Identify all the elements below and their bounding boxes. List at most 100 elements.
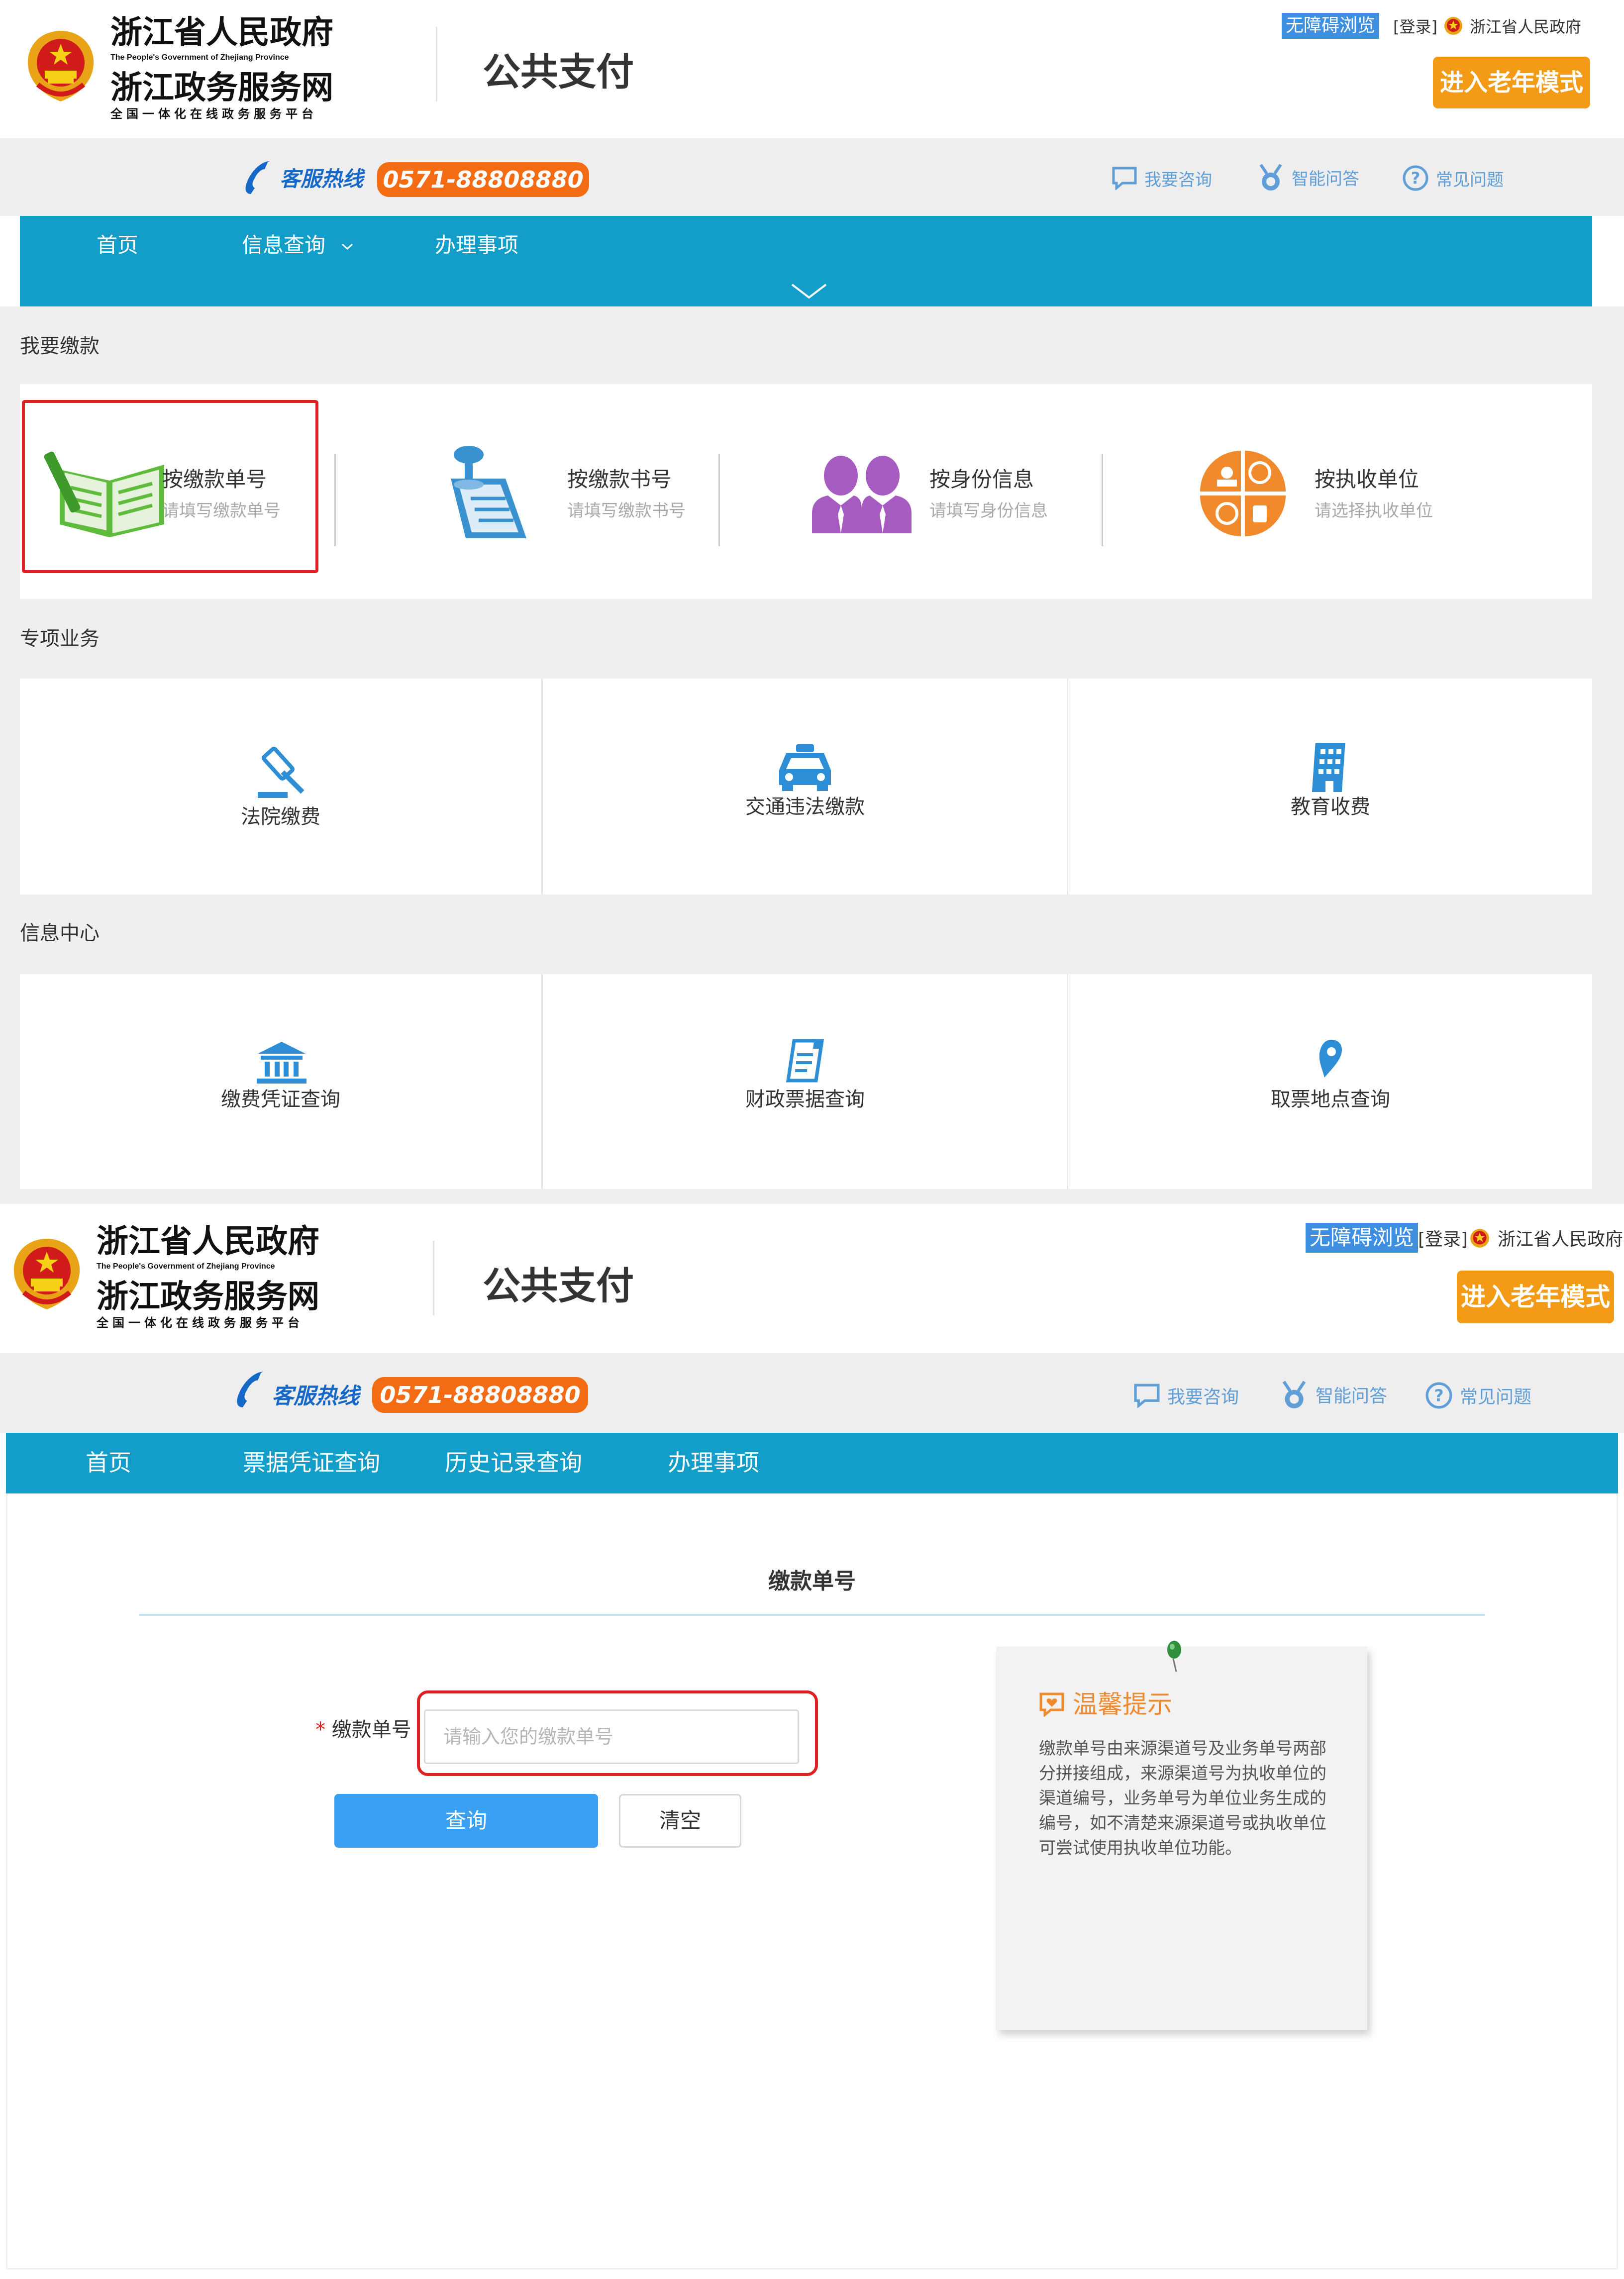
special-tile-row: 法院缴费 交通违法缴款 教育收费 <box>20 679 1592 894</box>
portal-slogan: 全国一体化在线政务服务平台 <box>110 106 317 121</box>
portal-name[interactable]: 浙江政务服务网 <box>110 70 333 106</box>
nav-matters[interactable]: 办理事项 <box>668 1448 759 1478</box>
gavel-icon <box>254 746 308 801</box>
phone-icon <box>241 158 277 196</box>
card-subtitle: 请填写缴款书号 <box>567 501 686 521</box>
chevron-down-icon <box>342 243 353 250</box>
gov-link[interactable]: 浙江省人民政府 <box>1470 17 1581 37</box>
clear-button[interactable]: 清空 <box>619 1794 741 1848</box>
form-heading-underline <box>139 1614 1485 1616</box>
robot-icon <box>1282 1381 1306 1408</box>
hotline-label: 客服热线 <box>272 1384 359 1409</box>
special-section-label: 专项业务 <box>20 627 100 650</box>
hotline-number: 0571-88808880 <box>377 162 589 197</box>
nav-receipt-voucher-query[interactable]: 票据凭证查询 <box>243 1448 380 1478</box>
page-title: 公共支付 <box>483 50 634 94</box>
building-icon <box>1307 741 1354 794</box>
chat-bubble-icon <box>1134 1384 1160 1408</box>
order-number-label: * 缴款单号 <box>315 1716 411 1743</box>
portal-name[interactable]: 浙江政务服务网 <box>97 1279 319 1315</box>
info-tile-row: 缴费凭证查询 财政票据查询 取票地点查询 <box>20 974 1592 1189</box>
elder-mode-button[interactable]: 进入老年模式 <box>1457 1271 1614 1323</box>
nav-home[interactable]: 首页 <box>97 231 138 260</box>
tips-title: 温馨提示 <box>1039 1688 1172 1720</box>
tile-label: 法院缴费 <box>241 805 320 828</box>
card-divider <box>1102 454 1103 546</box>
tips-title-text: 温馨提示 <box>1073 1690 1172 1719</box>
pay-card-row: 按缴款单号 请填写缴款单号 按缴款书号 请填写缴款书号 按身份信息 请填写身份信… <box>20 384 1592 599</box>
input-highlight-box <box>417 1690 818 1776</box>
gov-name-en: The People's Government of Zhejiang Prov… <box>110 53 289 62</box>
card-divider <box>334 454 336 546</box>
svg-text:?: ? <box>1434 1386 1443 1405</box>
consult-link-label: 我要咨询 <box>1167 1387 1239 1407</box>
pay-card-by-notice-number[interactable]: 按缴款书号 请填写缴款书号 <box>336 384 719 599</box>
accessibility-button[interactable]: 无障碍浏览 <box>1306 1223 1419 1253</box>
expand-chevron-icon[interactable] <box>789 282 829 301</box>
screen-order-number-query: 浙江省人民政府 The People's Government of Zheji… <box>0 1204 1624 2279</box>
nav-history-query[interactable]: 历史记录查询 <box>445 1448 582 1478</box>
bank-icon <box>256 1041 307 1085</box>
gov-name-en: The People's Government of Zhejiang Prov… <box>97 1262 275 1271</box>
tile-label: 教育收费 <box>1291 795 1370 818</box>
tile-label: 财政票据查询 <box>745 1088 865 1111</box>
smart-qa-link[interactable]: 智能问答 <box>1257 162 1359 192</box>
robot-icon <box>1259 164 1282 191</box>
consult-link-label: 我要咨询 <box>1144 170 1212 190</box>
national-emblem-icon <box>26 29 96 103</box>
portal-slogan: 全国一体化在线政务服务平台 <box>97 1315 304 1330</box>
question-circle-icon: ? <box>1425 1382 1452 1409</box>
screen-home: 浙江省人民政府 The People's Government of Zheji… <box>0 0 1624 1204</box>
tile-education-fee[interactable]: 教育收费 <box>1069 679 1592 894</box>
smart-qa-link[interactable]: 智能问答 <box>1280 1379 1387 1410</box>
card-title: 按身份信息 <box>929 467 1034 492</box>
pay-card-by-identity[interactable]: 按身份信息 请填写身份信息 <box>720 384 1104 599</box>
taxi-icon <box>775 742 835 792</box>
tile-label: 缴费凭证查询 <box>221 1088 340 1111</box>
login-link[interactable]: [登录] <box>1418 1229 1468 1251</box>
tile-divider <box>1067 974 1068 1189</box>
site-header: 浙江省人民政府 The People's Government of Zheji… <box>0 1204 1624 1353</box>
faq-link[interactable]: ? 常见问题 <box>1425 1381 1531 1410</box>
phone-icon <box>232 1368 271 1410</box>
tile-traffic-fine[interactable]: 交通违法缴款 <box>543 679 1067 894</box>
consult-link[interactable]: 我要咨询 <box>1112 164 1212 192</box>
pay-card-by-unit[interactable]: 按执收单位 请选择执收单位 <box>1104 384 1592 599</box>
svg-text:?: ? <box>1411 169 1421 188</box>
pushpin-document-icon <box>436 444 530 543</box>
smart-qa-link-label: 智能问答 <box>1316 1386 1388 1406</box>
header-divider <box>433 1241 434 1315</box>
nav-info-query-label: 信息查询 <box>242 233 326 257</box>
nav-home[interactable]: 首页 <box>86 1448 131 1478</box>
gov-emblem-small-icon <box>1443 16 1464 38</box>
people-icon <box>812 450 912 534</box>
order-number-label-text: 缴款单号 <box>331 1718 411 1741</box>
gov-name: 浙江省人民政府 <box>97 1223 319 1260</box>
nav-info-query[interactable]: 信息查询 <box>242 231 354 260</box>
tile-pickup-location-query[interactable]: 取票地点查询 <box>1069 974 1592 1189</box>
query-button[interactable]: 查询 <box>334 1794 598 1848</box>
faq-link-label: 常见问题 <box>1460 1387 1532 1407</box>
tile-divider <box>541 974 543 1189</box>
nav-matters[interactable]: 办理事项 <box>435 231 518 260</box>
unit-quadrant-icon <box>1199 450 1287 537</box>
main-nav: 首页 信息查询 办理事项 <box>20 216 1592 306</box>
gov-link[interactable]: 浙江省人民政府 <box>1498 1229 1623 1251</box>
hotline-label: 客服热线 <box>280 167 364 191</box>
card-title: 按缴款书号 <box>567 467 672 492</box>
consult-link[interactable]: 我要咨询 <box>1133 1381 1239 1410</box>
gov-emblem-small-icon <box>1469 1228 1491 1251</box>
tips-body: 缴款单号由来源渠道号及业务单号两部分拼接组成，来源渠道号为执收单位的渠道编号，业… <box>1039 1739 1326 1858</box>
card-subtitle: 请选择执收单位 <box>1315 501 1433 521</box>
tile-fiscal-receipt-query[interactable]: 财政票据查询 <box>543 974 1067 1189</box>
accessibility-button[interactable]: 无障碍浏览 <box>1282 13 1380 39</box>
tile-payment-voucher-query[interactable]: 缴费凭证查询 <box>20 974 541 1189</box>
chat-bubble-icon <box>1112 167 1137 190</box>
login-link[interactable]: [登录] <box>1393 17 1437 37</box>
elder-mode-button[interactable]: 进入老年模式 <box>1433 57 1590 108</box>
tile-label: 交通违法缴款 <box>745 795 865 818</box>
card-title: 按执收单位 <box>1315 467 1420 492</box>
faq-link[interactable]: ? 常见问题 <box>1402 164 1504 192</box>
tile-court-fee[interactable]: 法院缴费 <box>20 679 541 894</box>
tips-card: 温馨提示 缴款单号由来源渠道号及业务单号两部分拼接组成，来源渠道号为执收单位的渠… <box>996 1641 1367 2030</box>
